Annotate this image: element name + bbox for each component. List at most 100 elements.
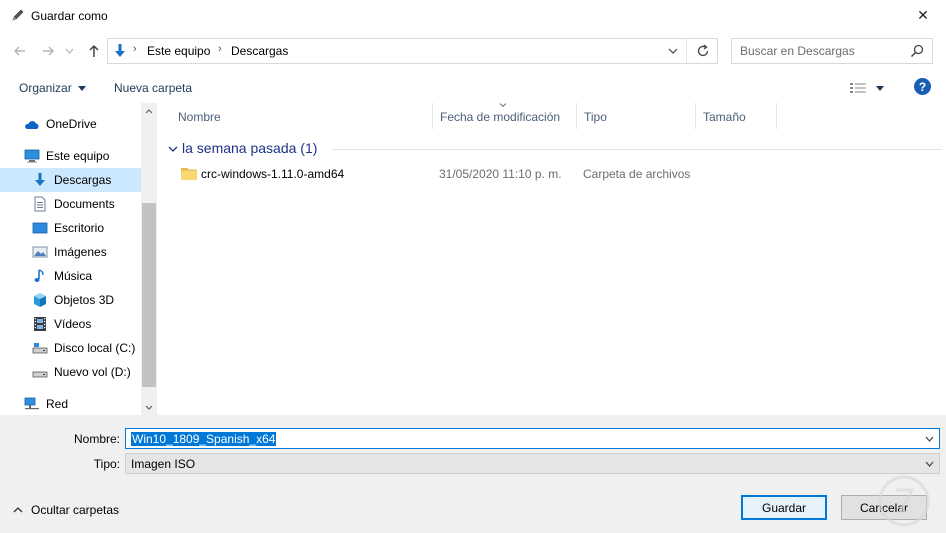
forward-button[interactable] <box>38 41 58 61</box>
scroll-thumb[interactable] <box>142 203 156 387</box>
breadcrumb-descargas[interactable]: Descargas <box>231 44 288 58</box>
watermark-logo-icon <box>878 475 930 527</box>
download-arrow-icon <box>115 44 125 57</box>
arrow-right-icon <box>43 46 54 56</box>
sidebar-item-objetos-3d[interactable]: Objetos 3D <box>0 288 141 312</box>
chevron-down-icon[interactable] <box>167 143 179 155</box>
sidebar-item-label: Escritorio <box>54 221 105 235</box>
breadcrumb-separator: › <box>133 43 137 55</box>
title-bar: Guardar como ✕ <box>0 0 946 31</box>
chevron-up-icon <box>13 507 23 513</box>
sidebar-item-label: Disco local (C:) <box>54 341 136 355</box>
sidebar-item-escritorio[interactable]: Escritorio <box>0 216 141 240</box>
column-header-name[interactable]: Nombre <box>171 103 433 129</box>
recent-locations-button[interactable] <box>62 41 76 61</box>
command-toolbar: Organizar Nueva carpeta ? <box>0 73 946 103</box>
sidebar-item-label: Vídeos <box>54 317 92 331</box>
sidebar-item-label: Este equipo <box>46 149 110 163</box>
file-type: Carpeta de archivos <box>583 167 691 181</box>
sidebar-item-nuevo-vol-d[interactable]: Nuevo vol (D:) <box>0 360 141 384</box>
sidebar-item-imagenes[interactable]: Imágenes <box>0 240 141 264</box>
search-icon <box>910 44 924 58</box>
group-header[interactable]: la semana pasada (1) <box>182 140 317 156</box>
file-type-dropdown-button[interactable] <box>922 456 936 471</box>
sidebar-item-disco-local-c[interactable]: Disco local (C:) <box>0 336 141 360</box>
sidebar-item-label: Descargas <box>54 173 112 187</box>
cube-3d-icon <box>34 293 46 307</box>
column-header-type[interactable]: Tipo <box>577 103 696 129</box>
sidebar-item-documents[interactable]: Documents <box>0 192 141 216</box>
sidebar-item-este-equipo[interactable]: Este equipo <box>0 144 141 168</box>
sidebar-item-label: Objetos 3D <box>54 293 115 307</box>
sidebar-item-label: Imágenes <box>54 245 107 259</box>
chevron-down-icon <box>668 48 678 54</box>
file-date: 31/05/2020 11:10 p. m. <box>439 167 562 181</box>
back-button[interactable] <box>10 41 30 61</box>
sidebar-item-red[interactable]: Red <box>0 392 141 416</box>
sort-chevron-icon <box>499 103 507 107</box>
sidebar-item-label: OneDrive <box>46 117 97 131</box>
file-row[interactable]: crc-windows-1.11.0-amd64 31/05/2020 11:1… <box>175 163 875 185</box>
sidebar-item-musica[interactable]: Música <box>0 264 141 288</box>
breadcrumb-este-equipo[interactable]: Este equipo <box>147 44 210 58</box>
network-icon <box>24 397 39 410</box>
sidebar-item-label: Documents <box>54 197 115 211</box>
file-name: crc-windows-1.11.0-amd64 <box>201 167 345 181</box>
up-button[interactable] <box>84 41 104 61</box>
chevron-up-icon <box>145 108 153 113</box>
file-name-input[interactable]: Win10_1809_Spanish_x64 <box>131 432 277 446</box>
sidebar-item-videos[interactable]: Vídeos <box>0 312 141 336</box>
pictures-icon <box>32 246 48 258</box>
details-view-icon <box>850 83 866 93</box>
column-header-date[interactable]: Fecha de modificación <box>433 103 577 129</box>
file-name-field[interactable]: Win10_1809_Spanish_x64 <box>125 428 940 449</box>
help-button[interactable]: ? <box>914 78 931 95</box>
address-bar[interactable]: › Este equipo › Descargas <box>107 38 718 64</box>
chevron-down-icon <box>925 436 933 442</box>
arrow-left-icon <box>14 46 25 56</box>
window-title: Guardar como <box>31 9 108 23</box>
organize-label: Organizar <box>19 81 72 95</box>
chevron-down-icon <box>145 405 153 410</box>
refresh-icon <box>697 44 708 57</box>
sidebar-scrollbar[interactable] <box>141 103 157 415</box>
question-mark-icon: ? <box>918 79 927 94</box>
navigation-pane: OneDrive Este equipo Descargas Documents… <box>0 103 157 415</box>
caret-down-icon <box>77 85 86 91</box>
hard-drive-icon <box>32 343 48 354</box>
hide-folders-toggle[interactable]: Ocultar carpetas <box>13 503 119 517</box>
download-arrow-icon <box>35 173 45 186</box>
file-type-value: Imagen ISO <box>131 457 196 471</box>
scroll-down-button[interactable] <box>141 399 157 415</box>
refresh-button[interactable] <box>686 39 718 63</box>
chevron-down-icon <box>65 48 73 54</box>
close-button[interactable]: ✕ <box>900 0 946 31</box>
file-name-dropdown-button[interactable] <box>922 431 936 446</box>
close-icon: ✕ <box>917 7 929 23</box>
sidebar-item-onedrive[interactable]: OneDrive <box>0 112 141 136</box>
save-button[interactable]: Guardar <box>741 495 827 520</box>
folder-icon <box>181 168 197 180</box>
address-dropdown-button[interactable] <box>663 42 683 60</box>
view-options-button[interactable] <box>850 79 890 97</box>
cloud-icon <box>25 121 39 129</box>
new-folder-button[interactable]: Nueva carpeta <box>114 81 192 95</box>
file-list-pane: Nombre Fecha de modificación Tipo Tamaño… <box>157 103 946 415</box>
scroll-up-button[interactable] <box>141 103 157 119</box>
breadcrumb-separator: › <box>218 43 222 55</box>
group-divider <box>332 149 942 150</box>
file-type-label: Tipo: <box>93 457 120 471</box>
chevron-down-icon <box>925 461 933 467</box>
file-type-select[interactable]: Imagen ISO <box>125 453 940 474</box>
sidebar-item-label: Música <box>54 269 93 283</box>
pencil-icon <box>12 9 24 21</box>
sidebar-item-descargas[interactable]: Descargas <box>0 168 141 192</box>
sidebar-item-label: Nuevo vol (D:) <box>54 365 131 379</box>
caret-down-icon <box>876 85 884 91</box>
computer-icon <box>24 149 40 163</box>
search-input[interactable] <box>732 39 907 63</box>
column-header-size[interactable]: Tamaño <box>696 103 777 129</box>
search-box[interactable] <box>731 38 933 64</box>
film-icon <box>34 317 46 331</box>
organize-button[interactable]: Organizar <box>19 81 86 95</box>
